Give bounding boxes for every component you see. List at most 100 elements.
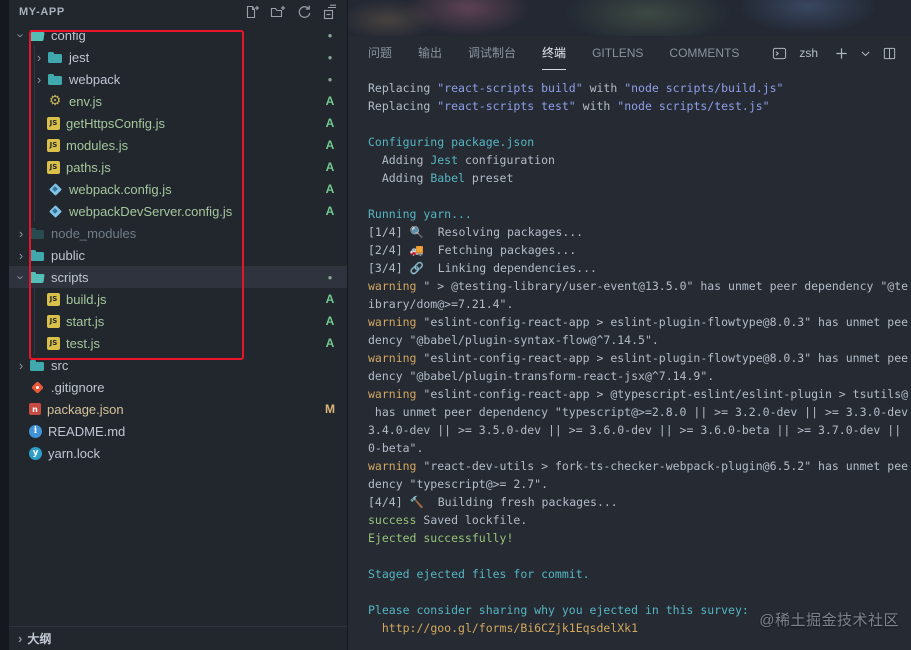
- survey-link[interactable]: http://goo.gl/forms/Bi6CZjk1EqsdelXk1: [382, 621, 638, 635]
- tree-item-scripts[interactable]: › scripts ●: [9, 266, 347, 288]
- tree-item-config[interactable]: › config ●: [9, 24, 347, 46]
- terminal-text: 3.4.0-dev || >= 3.5.0-dev || >= 3.6.0-de…: [368, 423, 902, 437]
- chevron-down-icon[interactable]: ›: [14, 27, 29, 43]
- folder-icon: [47, 71, 63, 87]
- git-status-badge: ●: [327, 52, 333, 62]
- tree-item-build.js[interactable]: build.js A: [9, 288, 347, 310]
- tree-item-label: webpackDevServer.config.js: [69, 203, 233, 219]
- terminal-text: "eslint-config-react-app > eslint-plugin…: [416, 315, 909, 329]
- tree-item-public[interactable]: › public: [9, 244, 347, 266]
- tree-item-package.json[interactable]: package.json M: [9, 398, 347, 420]
- panel-tab-terminal[interactable]: 终端: [542, 36, 567, 70]
- terminal-toolbar: zsh: [772, 46, 897, 61]
- tree-item-webpack[interactable]: › webpack ●: [9, 68, 347, 90]
- terminal-line: Staged ejected files for commit.: [368, 565, 911, 583]
- tree-item-test.js[interactable]: test.js A: [9, 332, 347, 354]
- new-terminal-icon[interactable]: [834, 46, 849, 61]
- refresh-icon[interactable]: [295, 3, 313, 21]
- terminal-panel: 问题 输出 调试制台 终端 GITLENS COMMENTS zsh Replacing …: [347, 0, 911, 650]
- explorer-section-header[interactable]: MY-APP: [9, 0, 347, 24]
- git-status-badge: ●: [327, 272, 333, 282]
- panel-tab-comments[interactable]: COMMENTS: [669, 36, 739, 70]
- tree-item-label: jest: [69, 49, 90, 65]
- watermark: @稀土掘金技术社区: [759, 612, 899, 629]
- tree-item-start.js[interactable]: start.js A: [9, 310, 347, 332]
- tree-item-label: README.md: [48, 423, 126, 439]
- chevron-right-icon[interactable]: ›: [13, 359, 29, 372]
- folder-dim-icon: [29, 225, 45, 241]
- tree-item-src[interactable]: › src: [9, 354, 347, 376]
- terminal-line: Ejected successfully!: [368, 529, 911, 547]
- tree-item-env.js[interactable]: env.js A: [9, 90, 347, 112]
- git-status-badge: A: [325, 94, 335, 108]
- tree-item-paths.js[interactable]: paths.js A: [9, 156, 347, 178]
- terminal-line: Running yarn...: [368, 205, 911, 223]
- git-status-badge: ●: [327, 30, 333, 40]
- terminal-text: Adding: [368, 153, 431, 167]
- chevron-down-icon[interactable]: [859, 47, 872, 60]
- gear-icon: [47, 93, 63, 109]
- panel-tab-debug-console[interactable]: 调试制台: [468, 36, 516, 70]
- terminal-line: Adding Jest configuration: [368, 151, 911, 169]
- tree-item-label: node_modules: [51, 225, 137, 241]
- panel-tabs: 问题 输出 调试制台 终端 GITLENS COMMENTS: [368, 36, 739, 70]
- git-status-badge: A: [325, 204, 335, 218]
- project-title: MY-APP: [19, 6, 65, 18]
- terminal-line: Replacing "react-scripts test" with "nod…: [368, 97, 911, 115]
- terminal-line: dency "@babel/plugin-syntax-flow@^7.14.5…: [368, 331, 911, 349]
- terminal-line: [3/4] 🔗 Linking dependencies...: [368, 259, 911, 277]
- file-tree: › config ● › jest ● › webpack ● env.js AgetHttpsCo…: [9, 24, 347, 626]
- terminal-text: Replacing: [368, 81, 438, 95]
- terminal-line: success Saved lockfile.: [368, 511, 911, 529]
- shell-name[interactable]: zsh: [799, 46, 818, 60]
- terminal-line: dency "@babel/plugin-transform-react-jsx…: [368, 367, 911, 385]
- tree-item-README.md[interactable]: README.md: [9, 420, 347, 442]
- js-icon: [47, 292, 60, 306]
- panel-tab-output[interactable]: 输出: [418, 36, 442, 70]
- terminal-icon: [772, 46, 787, 61]
- yarn-icon: [29, 446, 42, 460]
- tree-item-getHttpsConfig.js[interactable]: getHttpsConfig.js A: [9, 112, 347, 134]
- tree-item-.gitignore[interactable]: .gitignore: [9, 376, 347, 398]
- new-file-icon[interactable]: [243, 3, 261, 21]
- terminal-text: Replacing: [368, 99, 438, 113]
- chevron-right-icon[interactable]: ›: [31, 51, 47, 64]
- js-icon: [47, 160, 60, 174]
- explorer-toolbar: [243, 3, 339, 21]
- chevron-right-icon[interactable]: ›: [13, 227, 29, 240]
- tree-item-node_modules[interactable]: › node_modules: [9, 222, 347, 244]
- terminal-text: dency "@babel/plugin-transform-react-jsx…: [368, 369, 715, 383]
- new-folder-icon[interactable]: [269, 3, 287, 21]
- folder-open-icon: [29, 27, 45, 43]
- chevron-right-icon[interactable]: ›: [31, 73, 47, 86]
- collapse-all-icon[interactable]: [321, 3, 339, 21]
- chevron-right-icon: ›: [18, 631, 23, 646]
- terminal-line: warning "react-dev-utils > fork-ts-check…: [368, 457, 911, 475]
- terminal-text: "eslint-config-react-app > @typescript-e…: [416, 387, 909, 401]
- git-status-badge: A: [325, 182, 335, 196]
- tree-item-label: scripts: [51, 269, 89, 285]
- split-terminal-icon[interactable]: [882, 46, 897, 61]
- terminal-text: "react-dev-utils > fork-ts-checker-webpa…: [416, 459, 909, 473]
- tree-item-label: webpack: [69, 71, 121, 87]
- tree-item-modules.js[interactable]: modules.js A: [9, 134, 347, 156]
- chevron-down-icon[interactable]: ›: [14, 269, 29, 285]
- panel-tab-gitlens[interactable]: GITLENS: [592, 36, 643, 70]
- chevron-right-icon[interactable]: ›: [13, 249, 29, 262]
- outline-section-header[interactable]: › 大纲: [9, 626, 347, 650]
- tree-item-webpack.config.js[interactable]: webpack.config.js A: [9, 178, 347, 200]
- panel-tab-problems[interactable]: 问题: [368, 36, 392, 70]
- background-art: [348, 0, 911, 36]
- terminal-text: preset: [464, 171, 514, 185]
- outline-label: 大纲: [27, 632, 52, 646]
- tree-item-webpackDevServer.config.js[interactable]: webpackDevServer.config.js A: [9, 200, 347, 222]
- js-icon: [47, 336, 60, 350]
- explorer-sidebar: MY-APP › config ● › jest ● › webpack ● env.js Aget…: [9, 0, 347, 650]
- terminal-text: with: [582, 81, 625, 95]
- npm-icon: [29, 403, 41, 415]
- tree-item-yarn.lock[interactable]: yarn.lock: [9, 442, 347, 464]
- terminal-output[interactable]: Replacing "react-scripts build" with "no…: [348, 70, 911, 650]
- tree-item-jest[interactable]: › jest ●: [9, 46, 347, 68]
- terminal-text: warning: [368, 279, 417, 293]
